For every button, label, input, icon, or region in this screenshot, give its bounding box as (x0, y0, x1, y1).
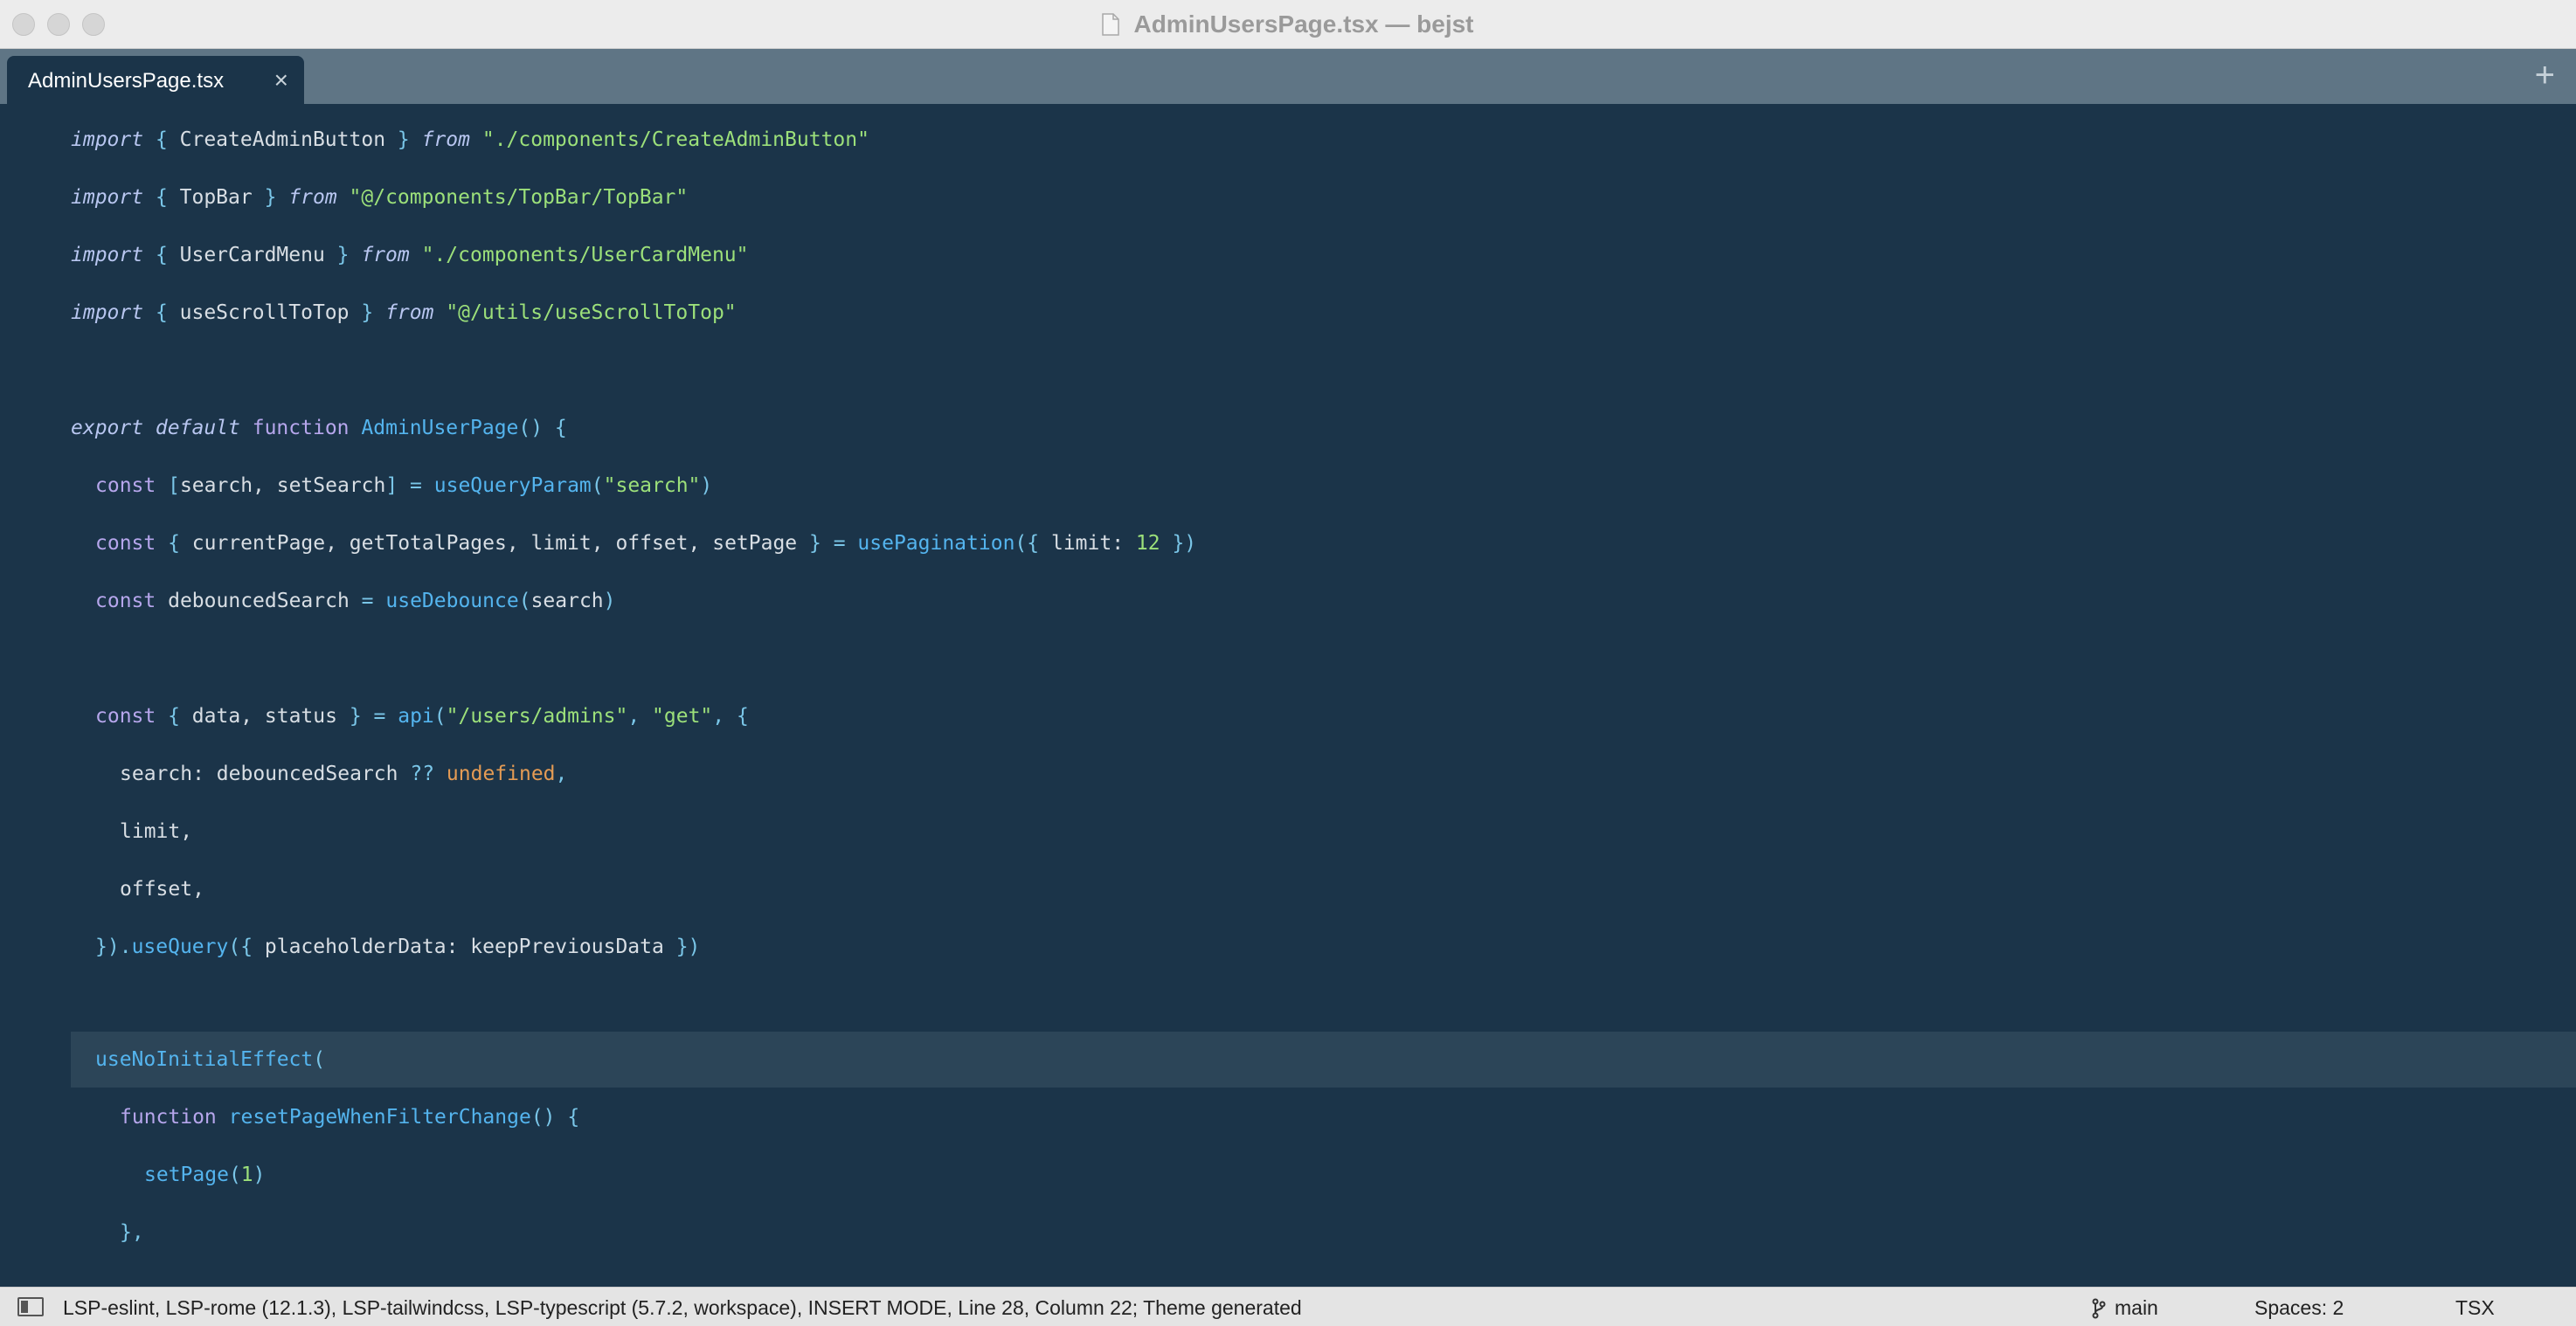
tab-bar: AdminUsersPage.tsx × + (0, 49, 2576, 104)
syntax-language[interactable]: TSX (2455, 1296, 2495, 1320)
code-line: import { CreateAdminButton } from "./com… (71, 128, 869, 151)
tab-admin-users-page[interactable]: AdminUsersPage.tsx × (7, 56, 304, 104)
code-line: const debouncedSearch = useDebounce(sear… (95, 590, 616, 612)
code-line: }).useQuery({ placeholderData: keepPrevi… (95, 936, 701, 958)
code-line: import { useScrollToTop } from "@/utils/… (71, 301, 737, 324)
git-branch[interactable]: main (2092, 1296, 2158, 1320)
status-info: LSP-eslint, LSP-rome (12.1.3), LSP-tailw… (63, 1296, 1302, 1319)
code-editor[interactable]: import { CreateAdminButton } from "./com… (0, 104, 2576, 1287)
code-line: import { UserCardMenu } from "./componen… (71, 244, 749, 266)
window-title: AdminUsersPage.tsx — bejst (1133, 10, 1474, 38)
code-line: const { currentPage, getTotalPages, limi… (95, 532, 1197, 555)
code-line: }, (120, 1221, 144, 1244)
indentation-setting[interactable]: Spaces: 2 (2254, 1296, 2344, 1320)
editor-window: AdminUsersPage.tsx — bejst AdminUsersPag… (0, 0, 2576, 1326)
code-line: const [search, setSearch] = useQueryPara… (95, 474, 713, 497)
code-line: const { data, status } = api("/users/adm… (95, 705, 749, 728)
code-line: useNoInitialEffect( (95, 1048, 326, 1071)
title-bar: AdminUsersPage.tsx — bejst (0, 0, 2576, 49)
new-tab-icon[interactable]: + (2535, 56, 2555, 95)
git-branch-icon (2092, 1298, 2106, 1318)
file-icon (1102, 13, 1120, 36)
code-line: limit, (120, 820, 193, 843)
code-line: setPage(1) (144, 1164, 266, 1186)
tab-label: AdminUsersPage.tsx (28, 69, 225, 93)
sidebar-toggle-icon[interactable] (17, 1297, 44, 1316)
code-line: function resetPageWhenFilterChange() { (120, 1106, 580, 1129)
code-line: import { TopBar } from "@/components/Top… (71, 186, 689, 209)
current-line-highlight (71, 1032, 2576, 1088)
code-line: export default function AdminUserPage() … (71, 417, 567, 439)
close-icon[interactable]: × (274, 66, 288, 94)
status-bar: LSP-eslint, LSP-rome (12.1.3), LSP-tailw… (0, 1287, 2576, 1326)
code-line: search: debouncedSearch ?? undefined, (120, 763, 568, 785)
code-line: offset, (120, 878, 204, 901)
branch-name: main (2115, 1296, 2158, 1319)
